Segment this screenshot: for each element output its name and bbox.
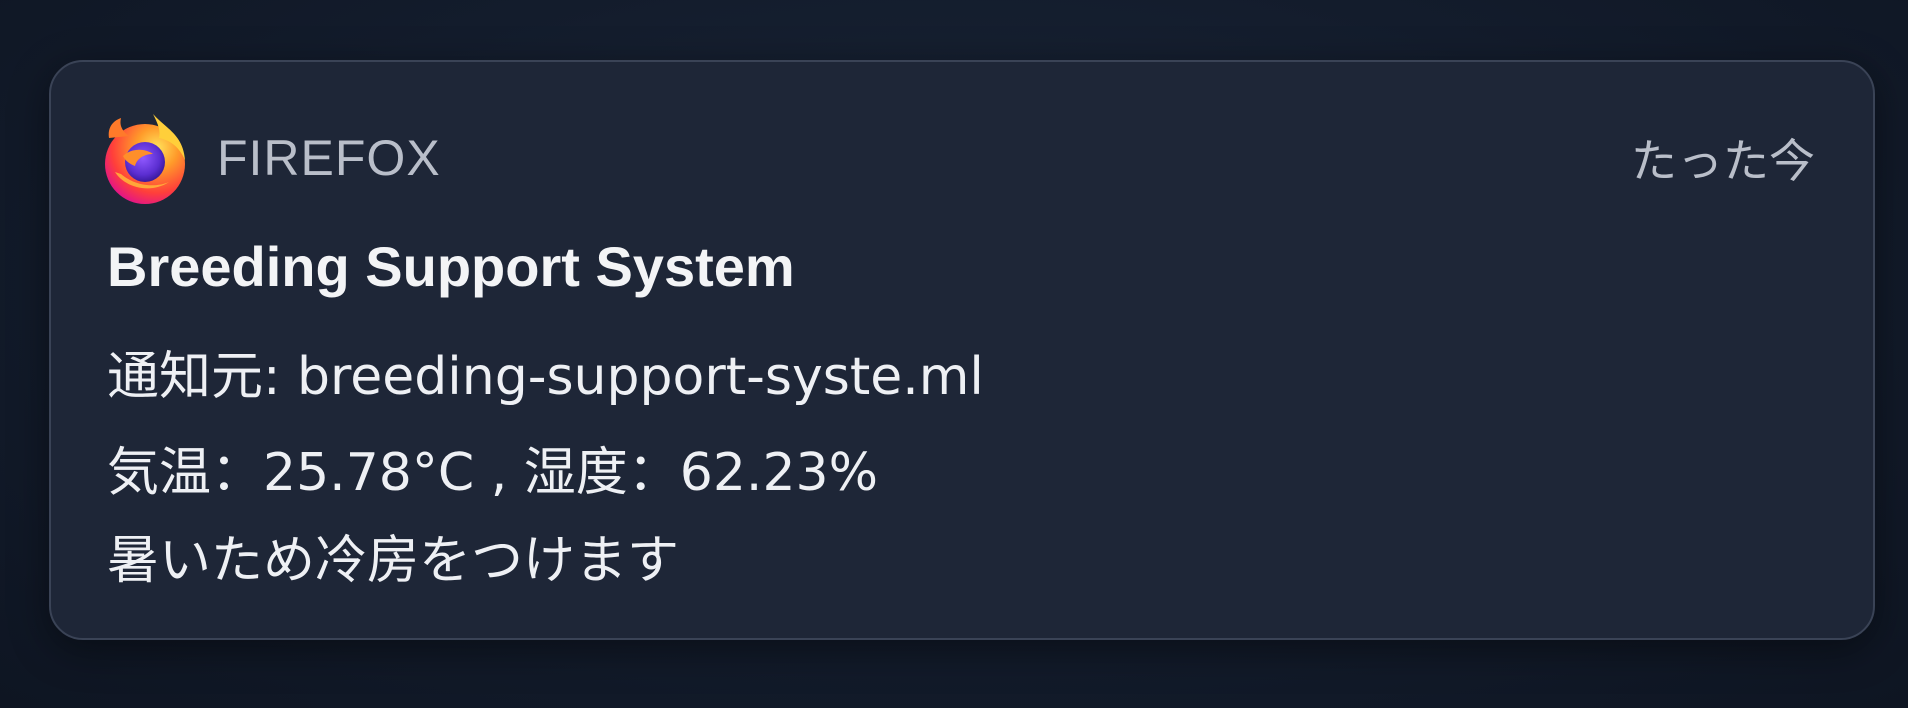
firefox-logo-icon: [95, 108, 195, 208]
timestamp: たった今: [1631, 134, 1815, 188]
notification-card[interactable]: FIREFOX たった今 Breeding Support System 通知元…: [49, 60, 1875, 640]
notification-header: FIREFOX たった今: [95, 104, 1815, 212]
app-name: FIREFOX: [217, 130, 441, 186]
notification-title: Breeding Support System: [107, 235, 795, 298]
notification-action-text: 暑いため冷房をつけます: [107, 531, 680, 591]
notification-source: 通知元: breeding-support-syste.ml: [107, 347, 984, 407]
sensor-reading: 気温：25.78°C , 湿度：62.23%: [107, 443, 879, 503]
